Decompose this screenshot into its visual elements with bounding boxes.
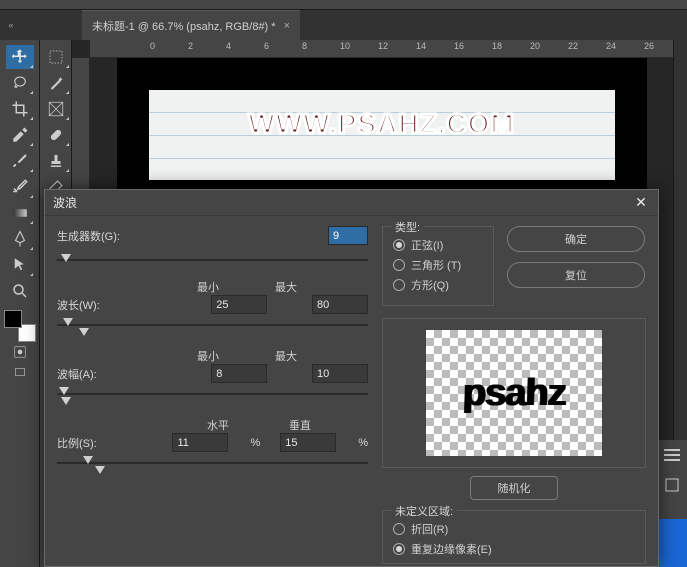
amplitude-min-input[interactable] bbox=[211, 364, 267, 383]
document-tab[interactable]: 未标题-1 @ 66.7% (psahz, RGB/8#) * × bbox=[82, 10, 300, 40]
watermark-text: WWW.PSAHZ.COM bbox=[149, 108, 615, 140]
stamp-tool[interactable] bbox=[42, 149, 70, 173]
scale-v-input[interactable] bbox=[280, 433, 336, 452]
randomize-button[interactable]: 随机化 bbox=[470, 476, 558, 500]
ok-button[interactable]: 确定 bbox=[507, 226, 645, 252]
radio-repeat[interactable]: 重复边缘像素(E) bbox=[393, 539, 635, 559]
tab-handle[interactable]: « bbox=[6, 10, 16, 40]
generators-label: 生成器数(G): bbox=[57, 228, 151, 244]
blue-panel[interactable] bbox=[655, 519, 687, 567]
wavelength-max-input[interactable] bbox=[312, 295, 368, 314]
document-title: 未标题-1 @ 66.7% (psahz, RGB/8#) * bbox=[92, 18, 276, 34]
path-select-tool[interactable] bbox=[6, 253, 34, 277]
radio-triangle[interactable]: 三角形 (T) bbox=[393, 255, 483, 275]
scale-slider[interactable] bbox=[57, 452, 368, 476]
eyedropper-tool[interactable] bbox=[6, 123, 34, 147]
color-swatches[interactable] bbox=[4, 310, 36, 342]
zoom-tool[interactable] bbox=[6, 279, 34, 303]
undefined-legend: 未定义区域: bbox=[391, 503, 457, 519]
panel-menu-icon[interactable] bbox=[656, 440, 687, 470]
magic-wand-tool[interactable] bbox=[42, 71, 70, 95]
slice-tool[interactable] bbox=[42, 97, 70, 121]
brush-tool[interactable] bbox=[6, 149, 34, 173]
close-icon[interactable]: ✕ bbox=[632, 194, 650, 212]
scale-label: 比例(S): bbox=[57, 435, 116, 451]
pen-tool[interactable] bbox=[6, 227, 34, 251]
wave-dialog: 波浪 ✕ 生成器数(G): 最小最大 波长(W): 最小最大 波幅(A): bbox=[44, 189, 659, 567]
wavelength-label: 波长(W): bbox=[57, 297, 143, 313]
ruler-horizontal: 0 2 4 6 8 10 12 14 16 18 20 22 24 26 bbox=[90, 40, 673, 58]
generators-input[interactable] bbox=[328, 226, 368, 245]
scale-h-input[interactable] bbox=[172, 433, 228, 452]
amplitude-slider[interactable] bbox=[57, 383, 368, 407]
wavelength-slider[interactable] bbox=[57, 314, 368, 338]
screen-mode-icon[interactable] bbox=[0, 362, 39, 382]
preview-text: psahz bbox=[462, 372, 566, 415]
gradient-tool[interactable] bbox=[6, 201, 34, 225]
radio-wrap[interactable]: 折回(R) bbox=[393, 519, 635, 539]
quick-mask-icon[interactable] bbox=[0, 342, 39, 362]
tools-left bbox=[0, 40, 40, 567]
wavelength-min-input[interactable] bbox=[211, 295, 267, 314]
radio-sine[interactable]: 正弦(I) bbox=[393, 235, 483, 255]
generators-slider[interactable] bbox=[57, 251, 368, 269]
healing-tool[interactable] bbox=[42, 123, 70, 147]
amplitude-label: 波幅(A): bbox=[57, 366, 143, 382]
amplitude-max-input[interactable] bbox=[312, 364, 368, 383]
lasso-tool[interactable] bbox=[6, 71, 34, 95]
move-tool[interactable] bbox=[6, 45, 34, 69]
crop-tool[interactable] bbox=[6, 97, 34, 121]
type-legend: 类型: bbox=[391, 219, 424, 235]
reset-button[interactable]: 复位 bbox=[507, 262, 645, 288]
dialog-title: 波浪 bbox=[53, 194, 77, 211]
radio-square[interactable]: 方形(Q) bbox=[393, 275, 483, 295]
panel-icon[interactable] bbox=[656, 470, 687, 500]
close-tab-icon[interactable]: × bbox=[284, 20, 290, 32]
marquee-tool[interactable] bbox=[42, 45, 70, 69]
history-brush-tool[interactable] bbox=[6, 175, 34, 199]
preview-box: psahz bbox=[382, 318, 646, 468]
